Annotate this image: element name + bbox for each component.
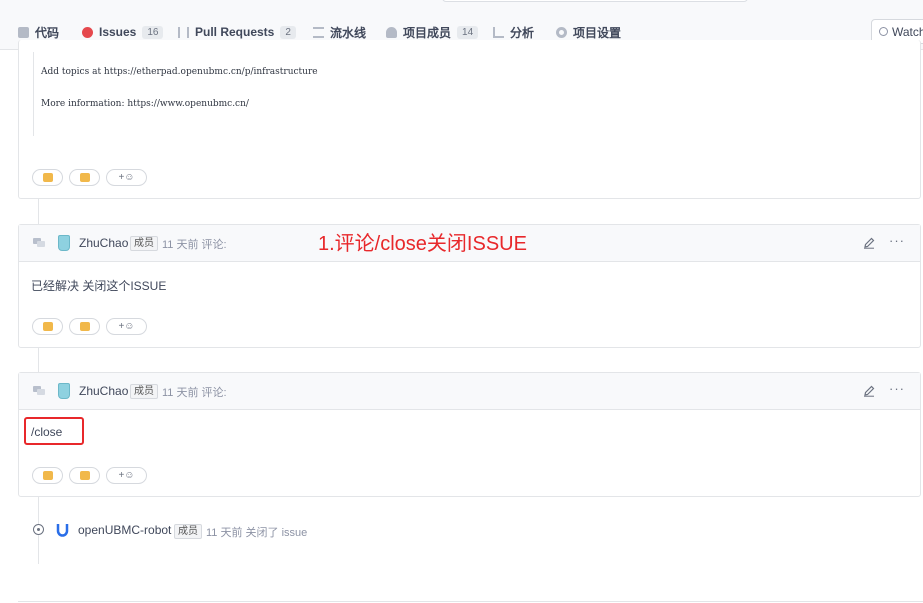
search-box-edge bbox=[442, 0, 748, 2]
issues-count-badge: 16 bbox=[142, 25, 164, 39]
tab-members-label: 项目成员 bbox=[403, 25, 452, 40]
dot-icon bbox=[37, 528, 40, 531]
code-icon bbox=[18, 26, 29, 38]
description-line: More information: https://www.openubmc.c… bbox=[41, 99, 249, 109]
tab-settings[interactable]: 项目设置 bbox=[556, 24, 621, 40]
edit-icon[interactable] bbox=[863, 237, 875, 249]
comment-time[interactable]: 11 天前 评论: bbox=[162, 236, 227, 252]
timeline-connector bbox=[38, 347, 39, 373]
tab-settings-label: 项目设置 bbox=[573, 25, 622, 40]
thumbs-down-icon bbox=[79, 471, 90, 480]
event-time: 11 天前 关闭了 issue bbox=[206, 527, 308, 539]
timeline-connector bbox=[38, 198, 39, 225]
thumbs-down-button[interactable] bbox=[69, 318, 100, 335]
tab-pipeline[interactable]: 流水线 bbox=[313, 24, 366, 40]
issues-icon bbox=[82, 26, 93, 38]
eye-icon bbox=[879, 27, 888, 36]
tab-code-label: 代码 bbox=[35, 25, 60, 40]
close-event: openUBMC-robot 成员 11 天前 关闭了 issue bbox=[33, 522, 433, 539]
member-badge: 成员 bbox=[130, 384, 158, 399]
more-options-icon[interactable]: ··· bbox=[889, 381, 905, 396]
highlight-box bbox=[24, 417, 84, 445]
add-reaction-button[interactable]: +☺ bbox=[106, 318, 147, 335]
thumbs-up-icon bbox=[42, 471, 53, 480]
thumbs-up-button[interactable] bbox=[32, 169, 63, 186]
reaction-bar: +☺ bbox=[32, 318, 153, 335]
watch-button-label: Watch bbox=[892, 24, 923, 39]
reaction-bar: +☺ bbox=[32, 169, 153, 186]
members-count-badge: 14 bbox=[457, 25, 479, 39]
pull-request-icon bbox=[178, 26, 189, 38]
tab-members[interactable]: 项目成员 14 bbox=[386, 24, 479, 40]
edit-icon[interactable] bbox=[863, 385, 875, 397]
tab-analysis-label: 分析 bbox=[510, 25, 535, 40]
members-icon bbox=[386, 26, 397, 38]
comment-icon bbox=[33, 238, 45, 248]
member-badge: 成员 bbox=[174, 524, 202, 539]
description-line: Add topics at https://etherpad.openubmc.… bbox=[41, 67, 318, 77]
tab-pull-requests-label: Pull Requests bbox=[195, 25, 275, 39]
add-reaction-button[interactable]: +☺ bbox=[106, 467, 147, 484]
gear-icon bbox=[556, 26, 567, 38]
pull-requests-count-badge: 2 bbox=[280, 25, 296, 39]
tab-pipeline-label: 流水线 bbox=[330, 25, 367, 40]
comment-box: ZhuChao 成员 11 天前 评论: ··· /close +☺ bbox=[18, 372, 921, 497]
thumbs-down-button[interactable] bbox=[69, 169, 100, 186]
thumbs-up-icon bbox=[42, 322, 53, 331]
thumbs-down-icon bbox=[79, 173, 90, 182]
comment-author[interactable]: ZhuChao bbox=[79, 384, 128, 398]
thumbs-up-button[interactable] bbox=[32, 318, 63, 335]
reaction-bar: +☺ bbox=[32, 467, 153, 484]
pipeline-icon bbox=[313, 26, 324, 38]
comment-icon bbox=[33, 386, 45, 396]
tab-pull-requests[interactable]: Pull Requests 2 bbox=[178, 24, 296, 40]
tab-issues[interactable]: Issues 16 bbox=[82, 24, 164, 40]
comment-author[interactable]: ZhuChao bbox=[79, 236, 128, 250]
thumbs-up-icon bbox=[42, 173, 53, 182]
thumbs-down-button[interactable] bbox=[69, 467, 100, 484]
tab-code[interactable]: 代码 bbox=[18, 24, 59, 40]
add-reaction-button[interactable]: +☺ bbox=[106, 169, 147, 186]
comment-header: ZhuChao 成员 11 天前 评论: ··· bbox=[19, 373, 920, 410]
tab-analysis[interactable]: 分析 bbox=[493, 24, 534, 40]
chart-icon bbox=[493, 26, 504, 38]
issue-description-box: Add topics at https://etherpad.openubmc.… bbox=[18, 40, 921, 199]
thumbs-up-button[interactable] bbox=[32, 467, 63, 484]
quote-bar bbox=[33, 52, 34, 136]
divider bbox=[18, 601, 923, 602]
comment-body: 已经解决 关闭这个ISSUE bbox=[31, 279, 167, 293]
avatar[interactable] bbox=[58, 383, 70, 399]
robot-avatar-icon[interactable] bbox=[56, 523, 69, 537]
avatar[interactable] bbox=[58, 235, 70, 251]
comment-time[interactable]: 11 天前 评论: bbox=[162, 384, 227, 400]
member-badge: 成员 bbox=[130, 236, 158, 251]
tab-issues-label: Issues bbox=[99, 25, 137, 39]
annotation-label: 1.评论/close关闭ISSUE bbox=[318, 233, 527, 255]
event-author[interactable]: openUBMC-robot bbox=[78, 523, 171, 537]
more-options-icon[interactable]: ··· bbox=[889, 233, 905, 248]
thumbs-down-icon bbox=[79, 322, 90, 331]
